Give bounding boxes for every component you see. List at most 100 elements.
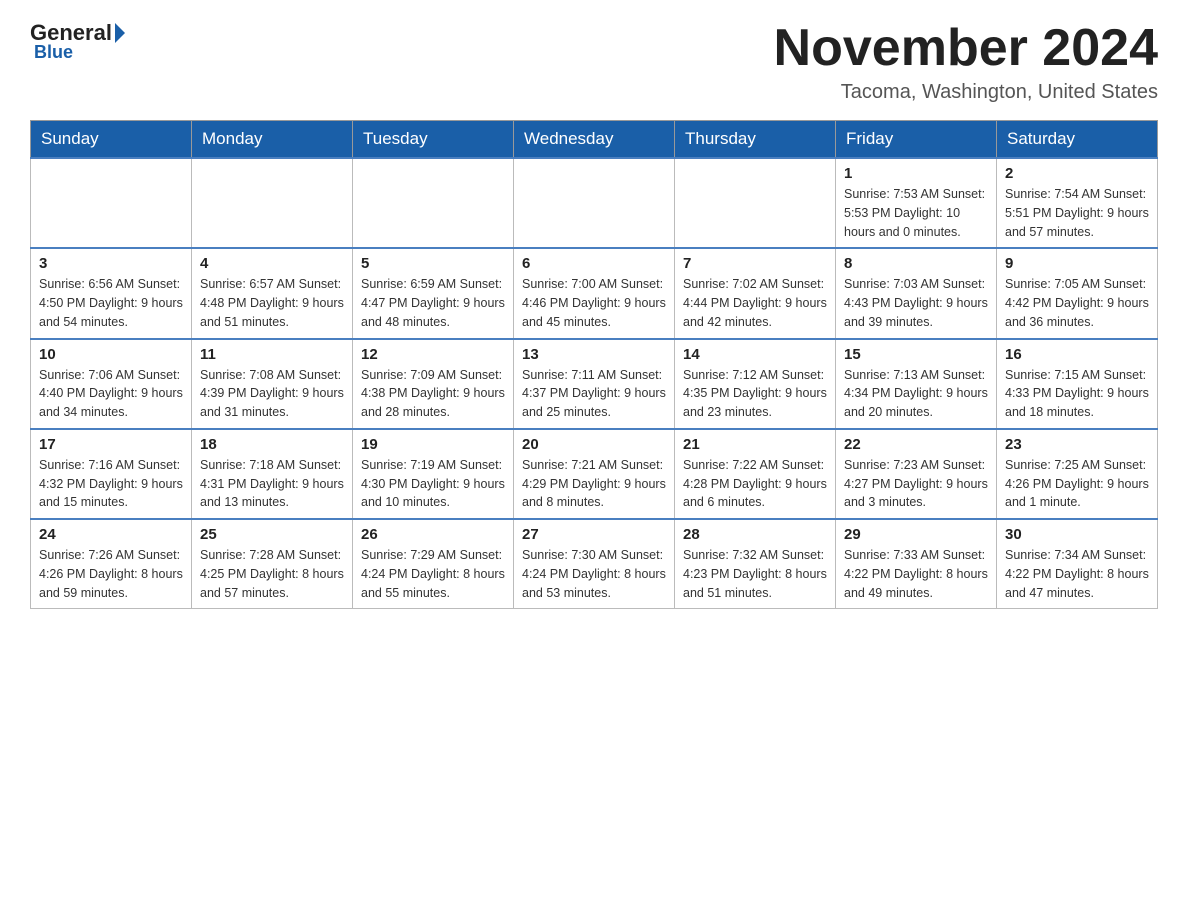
- day-info: Sunrise: 7:34 AM Sunset: 4:22 PM Dayligh…: [1005, 546, 1149, 602]
- day-info: Sunrise: 6:56 AM Sunset: 4:50 PM Dayligh…: [39, 275, 183, 331]
- day-info: Sunrise: 7:03 AM Sunset: 4:43 PM Dayligh…: [844, 275, 988, 331]
- day-number: 20: [522, 436, 666, 453]
- calendar-day-cell: 8 Sunrise: 7:03 AM Sunset: 4:43 PM Daylig…: [836, 248, 997, 338]
- calendar-day-cell: 12 Sunrise: 7:09 AM Sunset: 4:38 PM Dayli…: [353, 339, 514, 429]
- day-number: 23: [1005, 436, 1149, 453]
- calendar-day-cell: 23 Sunrise: 7:25 AM Sunset: 4:26 PM Dayli…: [997, 429, 1158, 519]
- day-number: 29: [844, 526, 988, 543]
- day-info: Sunrise: 7:06 AM Sunset: 4:40 PM Dayligh…: [39, 366, 183, 422]
- day-number: 12: [361, 346, 505, 363]
- calendar-day-cell: 3 Sunrise: 6:56 AM Sunset: 4:50 PM Daylig…: [31, 248, 192, 338]
- day-info: Sunrise: 7:12 AM Sunset: 4:35 PM Dayligh…: [683, 366, 827, 422]
- logo: General Blue: [30, 20, 125, 63]
- calendar-day-cell: 19Sunrise: 7:19 AM Sunset: 4:30 PM Dayli…: [353, 429, 514, 519]
- calendar-week-row: 17 Sunrise: 7:16 AM Sunset: 4:32 PM Dayli…: [31, 429, 1158, 519]
- calendar-day-cell: 9 Sunrise: 7:05 AM Sunset: 4:42 PM Daylig…: [997, 248, 1158, 338]
- calendar-header-cell: Wednesday: [514, 121, 675, 159]
- day-number: 6: [522, 255, 666, 272]
- day-number: 25: [200, 526, 344, 543]
- calendar-title: November 2024: [774, 20, 1158, 77]
- day-number: 9: [1005, 255, 1149, 272]
- calendar-header-cell: Monday: [192, 121, 353, 159]
- calendar-week-row: 3 Sunrise: 6:56 AM Sunset: 4:50 PM Daylig…: [31, 248, 1158, 338]
- calendar-header-cell: Tuesday: [353, 121, 514, 159]
- day-info: Sunrise: 7:32 AM Sunset: 4:23 PM Dayligh…: [683, 546, 827, 602]
- day-number: 14: [683, 346, 827, 363]
- calendar-day-cell: [675, 158, 836, 248]
- day-info: Sunrise: 7:15 AM Sunset: 4:33 PM Dayligh…: [1005, 366, 1149, 422]
- calendar-week-row: 10Sunrise: 7:06 AM Sunset: 4:40 PM Dayli…: [31, 339, 1158, 429]
- calendar-day-cell: 24 Sunrise: 7:26 AM Sunset: 4:26 PM Dayli…: [31, 519, 192, 609]
- day-number: 8: [844, 255, 988, 272]
- calendar-day-cell: 10Sunrise: 7:06 AM Sunset: 4:40 PM Dayli…: [31, 339, 192, 429]
- calendar-day-cell: 27Sunrise: 7:30 AM Sunset: 4:24 PM Dayli…: [514, 519, 675, 609]
- day-info: Sunrise: 7:33 AM Sunset: 4:22 PM Dayligh…: [844, 546, 988, 602]
- calendar-table: SundayMondayTuesdayWednesdayThursdayFrid…: [30, 120, 1158, 609]
- day-number: 3: [39, 255, 183, 272]
- day-info: Sunrise: 7:23 AM Sunset: 4:27 PM Dayligh…: [844, 456, 988, 512]
- calendar-day-cell: 16Sunrise: 7:15 AM Sunset: 4:33 PM Dayli…: [997, 339, 1158, 429]
- calendar-week-row: 24 Sunrise: 7:26 AM Sunset: 4:26 PM Dayli…: [31, 519, 1158, 609]
- day-number: 21: [683, 436, 827, 453]
- day-number: 26: [361, 526, 505, 543]
- day-info: Sunrise: 7:16 AM Sunset: 4:32 PM Dayligh…: [39, 456, 183, 512]
- calendar-day-cell: [514, 158, 675, 248]
- logo-blue-text: Blue: [34, 42, 73, 63]
- day-number: 17: [39, 436, 183, 453]
- calendar-day-cell: 11 Sunrise: 7:08 AM Sunset: 4:39 PM Dayli…: [192, 339, 353, 429]
- calendar-day-cell: 17 Sunrise: 7:16 AM Sunset: 4:32 PM Dayli…: [31, 429, 192, 519]
- day-info: Sunrise: 6:57 AM Sunset: 4:48 PM Dayligh…: [200, 275, 344, 331]
- calendar-day-cell: 29 Sunrise: 7:33 AM Sunset: 4:22 PM Dayli…: [836, 519, 997, 609]
- calendar-header-cell: Saturday: [997, 121, 1158, 159]
- day-info: Sunrise: 7:09 AM Sunset: 4:38 PM Dayligh…: [361, 366, 505, 422]
- day-info: Sunrise: 7:54 AM Sunset: 5:51 PM Dayligh…: [1005, 185, 1149, 241]
- calendar-day-cell: 25 Sunrise: 7:28 AM Sunset: 4:25 PM Dayli…: [192, 519, 353, 609]
- day-info: Sunrise: 7:21 AM Sunset: 4:29 PM Dayligh…: [522, 456, 666, 512]
- day-number: 27: [522, 526, 666, 543]
- location-subtitle: Tacoma, Washington, United States: [774, 81, 1158, 104]
- calendar-day-cell: [353, 158, 514, 248]
- day-info: Sunrise: 7:26 AM Sunset: 4:26 PM Dayligh…: [39, 546, 183, 602]
- calendar-day-cell: 14 Sunrise: 7:12 AM Sunset: 4:35 PM Dayli…: [675, 339, 836, 429]
- title-block: November 2024 Tacoma, Washington, United…: [774, 20, 1158, 104]
- day-info: Sunrise: 7:13 AM Sunset: 4:34 PM Dayligh…: [844, 366, 988, 422]
- calendar-day-cell: 20 Sunrise: 7:21 AM Sunset: 4:29 PM Dayli…: [514, 429, 675, 519]
- day-info: Sunrise: 7:08 AM Sunset: 4:39 PM Dayligh…: [200, 366, 344, 422]
- day-number: 4: [200, 255, 344, 272]
- calendar-header-row: SundayMondayTuesdayWednesdayThursdayFrid…: [31, 121, 1158, 159]
- day-number: 30: [1005, 526, 1149, 543]
- day-number: 24: [39, 526, 183, 543]
- day-info: Sunrise: 6:59 AM Sunset: 4:47 PM Dayligh…: [361, 275, 505, 331]
- calendar-day-cell: 4 Sunrise: 6:57 AM Sunset: 4:48 PM Daylig…: [192, 248, 353, 338]
- day-number: 18: [200, 436, 344, 453]
- day-number: 7: [683, 255, 827, 272]
- day-number: 2: [1005, 165, 1149, 182]
- day-info: Sunrise: 7:25 AM Sunset: 4:26 PM Dayligh…: [1005, 456, 1149, 512]
- calendar-header-cell: Thursday: [675, 121, 836, 159]
- calendar-day-cell: 28 Sunrise: 7:32 AM Sunset: 4:23 PM Dayli…: [675, 519, 836, 609]
- day-info: Sunrise: 7:00 AM Sunset: 4:46 PM Dayligh…: [522, 275, 666, 331]
- day-info: Sunrise: 7:02 AM Sunset: 4:44 PM Dayligh…: [683, 275, 827, 331]
- calendar-week-row: 1Sunrise: 7:53 AM Sunset: 5:53 PM Daylig…: [31, 158, 1158, 248]
- day-info: Sunrise: 7:53 AM Sunset: 5:53 PM Dayligh…: [844, 185, 988, 241]
- page-header: General Blue November 2024 Tacoma, Washi…: [30, 20, 1158, 104]
- day-number: 5: [361, 255, 505, 272]
- calendar-day-cell: 26Sunrise: 7:29 AM Sunset: 4:24 PM Dayli…: [353, 519, 514, 609]
- calendar-day-cell: 2 Sunrise: 7:54 AM Sunset: 5:51 PM Daylig…: [997, 158, 1158, 248]
- day-number: 22: [844, 436, 988, 453]
- calendar-day-cell: 22 Sunrise: 7:23 AM Sunset: 4:27 PM Dayli…: [836, 429, 997, 519]
- day-number: 19: [361, 436, 505, 453]
- day-info: Sunrise: 7:28 AM Sunset: 4:25 PM Dayligh…: [200, 546, 344, 602]
- day-number: 11: [200, 346, 344, 363]
- day-number: 28: [683, 526, 827, 543]
- day-info: Sunrise: 7:11 AM Sunset: 4:37 PM Dayligh…: [522, 366, 666, 422]
- calendar-header-cell: Sunday: [31, 121, 192, 159]
- day-info: Sunrise: 7:05 AM Sunset: 4:42 PM Dayligh…: [1005, 275, 1149, 331]
- calendar-day-cell: 13Sunrise: 7:11 AM Sunset: 4:37 PM Dayli…: [514, 339, 675, 429]
- calendar-day-cell: 18 Sunrise: 7:18 AM Sunset: 4:31 PM Dayli…: [192, 429, 353, 519]
- day-info: Sunrise: 7:18 AM Sunset: 4:31 PM Dayligh…: [200, 456, 344, 512]
- calendar-day-cell: 5 Sunrise: 6:59 AM Sunset: 4:47 PM Daylig…: [353, 248, 514, 338]
- logo-arrow-icon: [115, 23, 125, 43]
- calendar-day-cell: 6 Sunrise: 7:00 AM Sunset: 4:46 PM Daylig…: [514, 248, 675, 338]
- calendar-day-cell: [31, 158, 192, 248]
